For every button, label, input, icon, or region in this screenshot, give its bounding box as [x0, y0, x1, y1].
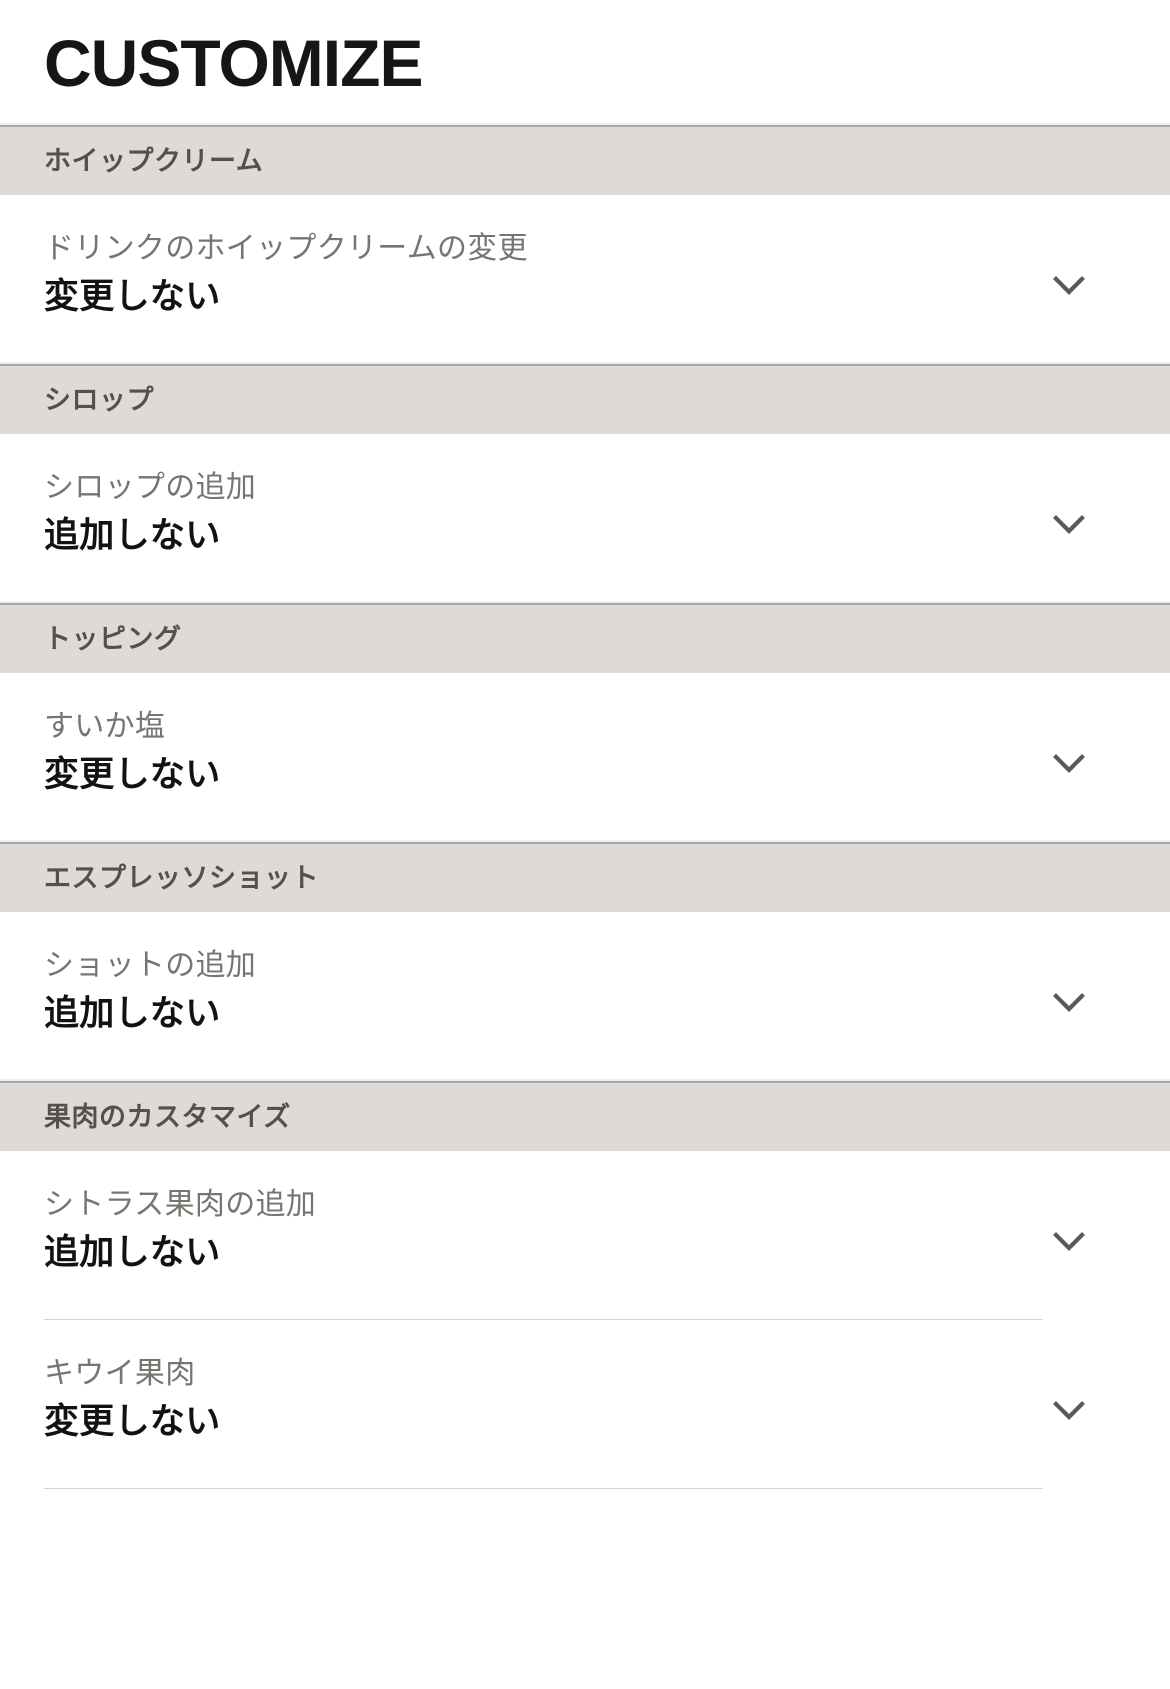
option-divider-0-0	[0, 319, 1170, 364]
option-value: 変更しない	[44, 276, 221, 316]
option-group: シトラス果肉の追加 追加しない	[0, 1151, 1170, 1320]
section-options: ショットの追加 追加しない	[0, 912, 1170, 1081]
option-divider-4-1	[0, 1444, 1170, 1489]
option-texts: シロップの追加 追加しない	[44, 469, 256, 558]
chevron-down-icon[interactable]	[1046, 262, 1092, 308]
option-row-4-1[interactable]: キウイ果肉 変更しない	[0, 1320, 1170, 1444]
section-header-label: エスプレッソショット	[44, 862, 319, 893]
option-value: 変更しない	[44, 754, 221, 794]
option-divider-3-0	[0, 1036, 1170, 1081]
option-label: シトラス果肉の追加	[44, 1188, 317, 1221]
option-row-0-0[interactable]: ドリンクのホイップクリームの変更 変更しない	[0, 195, 1170, 319]
section-options: すいか塩 変更しない	[0, 673, 1170, 842]
option-row-4-0[interactable]: シトラス果肉の追加 追加しない	[0, 1151, 1170, 1275]
option-group: キウイ果肉 変更しない	[0, 1320, 1170, 1489]
page-title: CUSTOMIZE	[44, 25, 423, 100]
customize-section-2: トッピング すいか塩 変更しない	[0, 601, 1170, 842]
option-texts: すいか塩 変更しない	[44, 708, 221, 797]
section-options: シトラス果肉の追加 追加しない キウイ果肉 変更しない	[0, 1151, 1170, 1489]
option-label: ショットの追加	[44, 949, 257, 982]
page-title-bar: CUSTOMIZE	[0, 0, 1170, 125]
section-header-2: トッピング	[0, 601, 1170, 673]
section-options: ドリンクのホイップクリームの変更 変更しない	[0, 195, 1170, 364]
section-header-4: 果肉のカスタマイズ	[0, 1079, 1170, 1151]
chevron-down-icon[interactable]	[1046, 740, 1092, 786]
option-divider-1-0	[0, 558, 1170, 603]
option-divider-4-0	[0, 1275, 1170, 1320]
section-header-3: エスプレッソショット	[0, 840, 1170, 912]
option-label: ドリンクのホイップクリームの変更	[44, 232, 528, 265]
section-header-label: シロップ	[44, 384, 154, 415]
option-row-1-0[interactable]: シロップの追加 追加しない	[0, 434, 1170, 558]
option-value: 追加しない	[44, 993, 221, 1033]
chevron-down-icon[interactable]	[1046, 979, 1092, 1025]
chevron-down-icon[interactable]	[1046, 501, 1092, 547]
customize-section-3: エスプレッソショット ショットの追加 追加しない	[0, 840, 1170, 1081]
chevron-down-icon[interactable]	[1046, 1218, 1092, 1264]
customize-section-1: シロップ シロップの追加 追加しない	[0, 362, 1170, 603]
option-divider-2-0	[0, 797, 1170, 842]
option-texts: シトラス果肉の追加 追加しない	[44, 1186, 316, 1275]
option-value: 変更しない	[44, 1401, 221, 1441]
option-group: ドリンクのホイップクリームの変更 変更しない	[0, 195, 1170, 364]
section-header-1: シロップ	[0, 362, 1170, 434]
option-texts: キウイ果肉 変更しない	[44, 1355, 221, 1444]
option-texts: ドリンクのホイップクリームの変更 変更しない	[44, 230, 528, 319]
customize-section-4: 果肉のカスタマイズ シトラス果肉の追加 追加しない キウイ果肉 変更しない	[0, 1079, 1170, 1489]
chevron-down-icon[interactable]	[1046, 1387, 1092, 1433]
option-value: 追加しない	[44, 1232, 221, 1272]
option-texts: ショットの追加 追加しない	[44, 947, 256, 1036]
option-label: シロップの追加	[44, 471, 257, 504]
option-group: すいか塩 変更しない	[0, 673, 1170, 842]
customize-page: CUSTOMIZE ホイップクリーム ドリンクのホイップクリームの変更 変更しな…	[0, 0, 1170, 1689]
option-value: 追加しない	[44, 515, 221, 555]
option-row-2-0[interactable]: すいか塩 変更しない	[0, 673, 1170, 797]
section-options: シロップの追加 追加しない	[0, 434, 1170, 603]
option-row-3-0[interactable]: ショットの追加 追加しない	[0, 912, 1170, 1036]
option-label: キウイ果肉	[44, 1357, 196, 1390]
section-header-label: 果肉のカスタマイズ	[44, 1101, 291, 1132]
customize-sections: ホイップクリーム ドリンクのホイップクリームの変更 変更しない シロップ シロッ…	[0, 123, 1170, 1489]
customize-section-0: ホイップクリーム ドリンクのホイップクリームの変更 変更しない	[0, 123, 1170, 364]
section-header-0: ホイップクリーム	[0, 123, 1170, 195]
option-group: シロップの追加 追加しない	[0, 434, 1170, 603]
section-header-label: ホイップクリーム	[44, 145, 264, 176]
option-label: すいか塩	[44, 710, 166, 743]
option-group: ショットの追加 追加しない	[0, 912, 1170, 1081]
section-header-label: トッピング	[44, 623, 182, 654]
